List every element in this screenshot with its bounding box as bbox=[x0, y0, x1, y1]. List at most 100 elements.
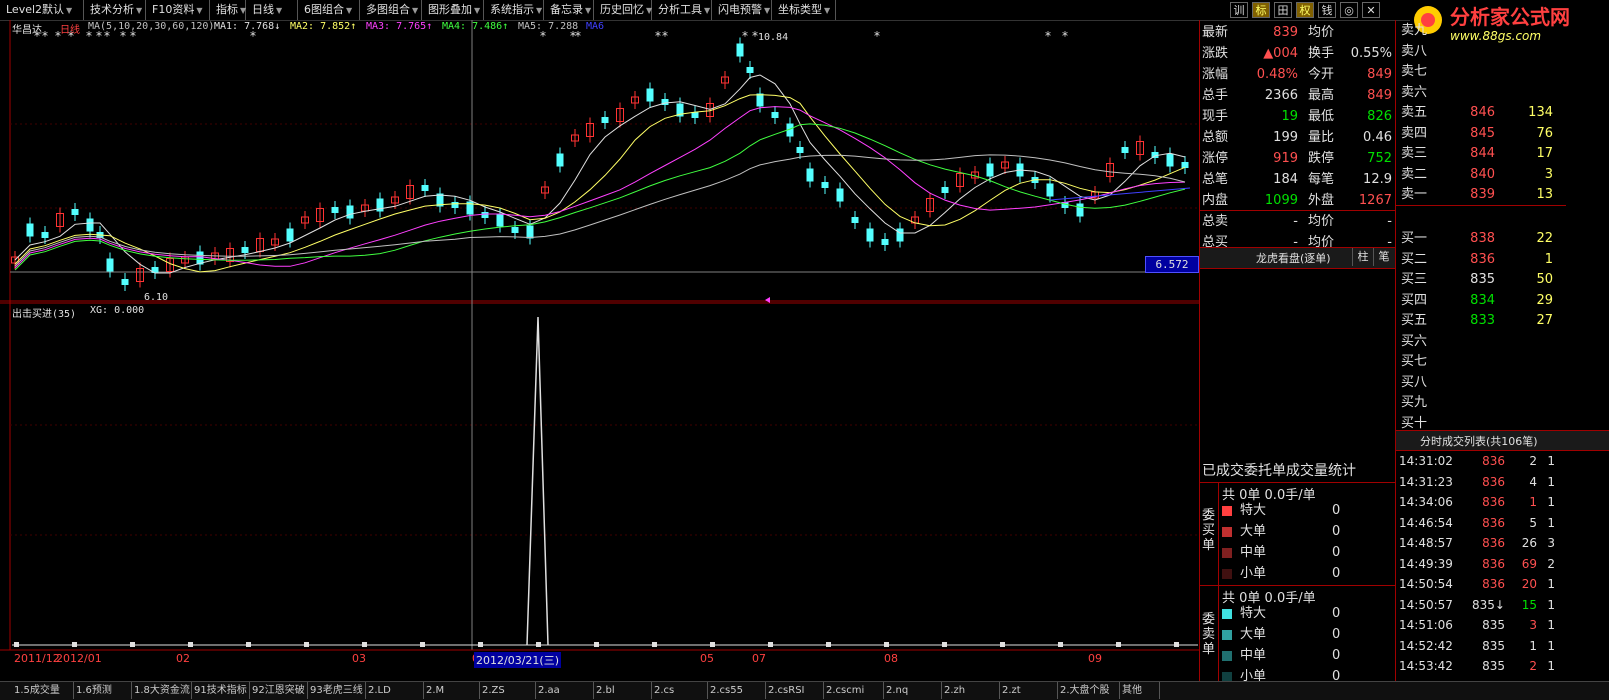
orderbook-row[interactable]: 卖一 839 13 bbox=[1397, 184, 1567, 205]
bottom-tab-16[interactable]: 2.zh bbox=[942, 682, 1000, 699]
toolbar-button-0[interactable]: 训 bbox=[1230, 2, 1248, 18]
orderbook-row[interactable]: 买一 838 22 bbox=[1397, 228, 1567, 249]
toolbar-item-11[interactable]: 分析工具 bbox=[654, 0, 712, 20]
toolbar-item-13[interactable]: 坐标类型 bbox=[774, 0, 836, 20]
date-label: 2011/12 bbox=[14, 652, 60, 665]
bottom-tab-7[interactable]: 2.M bbox=[424, 682, 480, 699]
orderbook-row[interactable]: 卖八 bbox=[1397, 41, 1567, 62]
trade-time: 14:31:02 bbox=[1399, 454, 1453, 468]
kline-chart[interactable]: * * * * * * * * * * * * * * * * * * * * bbox=[0, 20, 1200, 680]
orderbook-volume: 27 bbox=[1536, 313, 1553, 328]
orderbook-price: 833 bbox=[1470, 313, 1495, 328]
orderbook-row[interactable]: 卖四 845 76 bbox=[1397, 123, 1567, 144]
trade-volume: 5 bbox=[1529, 515, 1537, 530]
bottom-tab-10[interactable]: 2.bl bbox=[594, 682, 652, 699]
quote-row: 涨幅 0.48% 今开 849 bbox=[1200, 64, 1395, 85]
buy-stat-value: 0 bbox=[1332, 524, 1341, 539]
toolbar-item-6[interactable]: 多图组合 bbox=[362, 0, 422, 20]
orderbook-price: 844 bbox=[1470, 146, 1495, 161]
toolbar-button-1[interactable]: 标 bbox=[1252, 2, 1270, 18]
toolbar-item-4[interactable]: 日线 bbox=[248, 0, 298, 20]
trade-row[interactable]: 14:31:02 836 2 1 bbox=[1397, 451, 1609, 472]
bottom-tab-18[interactable]: 2.大盘个股 bbox=[1058, 682, 1120, 699]
bottom-tab-15[interactable]: 2.nq bbox=[884, 682, 942, 699]
toolbar-button-2[interactable]: 田 bbox=[1274, 2, 1292, 18]
orderbook-row[interactable]: 卖七 bbox=[1397, 61, 1567, 82]
candle-body-down bbox=[1046, 183, 1054, 197]
trade-row[interactable]: 14:50:57 835↓ 15 1 bbox=[1397, 595, 1609, 616]
bottom-tab-4[interactable]: 92江恩突破 bbox=[250, 682, 308, 699]
trades-header: 分时成交列表(共106笔) bbox=[1396, 430, 1609, 451]
bottom-tab-8[interactable]: 2.ZS bbox=[480, 682, 536, 699]
buy-stat-row: 中单 0 bbox=[1220, 542, 1395, 563]
trade-count: 1 bbox=[1547, 495, 1555, 509]
chart-area[interactable]: * * * * * * * * * * * * * * * * * * * * bbox=[0, 20, 1200, 680]
orderbook-row[interactable]: 卖五 846 134 bbox=[1397, 102, 1567, 123]
orderbook-volume: 134 bbox=[1528, 105, 1553, 120]
bottom-tab-3[interactable]: 91技术指标 bbox=[192, 682, 250, 699]
bottom-tab-17[interactable]: 2.zt bbox=[1000, 682, 1058, 699]
dragon-tab-bar[interactable]: 柱 bbox=[1352, 248, 1373, 266]
orderbook-row[interactable]: 卖六 bbox=[1397, 82, 1567, 103]
indicator-name[interactable]: 出击买进(35) bbox=[12, 305, 76, 320]
bottom-tab-19[interactable]: 其他 bbox=[1120, 682, 1160, 699]
trade-row[interactable]: 14:46:54 836 5 1 bbox=[1397, 513, 1609, 534]
orderbook-row[interactable]: 买八 bbox=[1397, 372, 1567, 393]
toolbar-item-3[interactable]: 指标 bbox=[212, 0, 246, 20]
quote-value-2: 0.55% bbox=[1350, 46, 1392, 61]
toolbar-item-1[interactable]: 技术分析 bbox=[86, 0, 146, 20]
bottom-tab-9[interactable]: 2.aa bbox=[536, 682, 594, 699]
orderbook-row[interactable]: 买七 bbox=[1397, 351, 1567, 372]
toolbar-item-0[interactable]: Level2默认 bbox=[2, 0, 84, 20]
dragon-tab-tick[interactable]: 笔 bbox=[1373, 248, 1394, 266]
trade-row[interactable]: 14:34:06 836 1 1 bbox=[1397, 492, 1609, 513]
trade-row[interactable]: 14:31:23 836 4 1 bbox=[1397, 472, 1609, 493]
bottom-tab-1[interactable]: 1.6预测 bbox=[74, 682, 132, 699]
bottom-tab-0[interactable]: 1.5成交量 bbox=[12, 682, 74, 699]
orderbook-row[interactable]: 卖九 bbox=[1397, 20, 1567, 41]
quote-value: 2366 bbox=[1264, 88, 1298, 103]
bottom-tab-14[interactable]: 2.cscmi bbox=[824, 682, 884, 699]
trade-row[interactable]: 14:48:57 836 26 3 bbox=[1397, 533, 1609, 554]
bottom-tab-6[interactable]: 2.LD bbox=[366, 682, 424, 699]
trade-row[interactable]: 14:49:39 836 69 2 bbox=[1397, 554, 1609, 575]
toolbar-item-12[interactable]: 闪电预警 bbox=[714, 0, 772, 20]
toolbar-button-6[interactable]: ✕ bbox=[1362, 2, 1380, 18]
trade-row[interactable]: 14:50:54 836 20 1 bbox=[1397, 574, 1609, 595]
quote-label: 涨跌 bbox=[1202, 46, 1229, 61]
toolbar-item-7[interactable]: 图形叠加 bbox=[424, 0, 484, 20]
bottom-tab-5[interactable]: 93老虎三线 bbox=[308, 682, 366, 699]
trade-row[interactable]: 14:52:42 835 1 1 bbox=[1397, 636, 1609, 657]
date-label: 09 bbox=[1088, 652, 1102, 665]
buy-stat-label: 特大 bbox=[1240, 503, 1267, 518]
trade-row[interactable]: 14:51:06 835 3 1 bbox=[1397, 615, 1609, 636]
bottom-tab-13[interactable]: 2.csRSI bbox=[766, 682, 824, 699]
candle-body-down bbox=[241, 247, 249, 253]
orderbook-row[interactable]: 买五 833 27 bbox=[1397, 310, 1567, 331]
toolbar-button-4[interactable]: 钱 bbox=[1318, 2, 1336, 18]
toolbar-item-10[interactable]: 历史回忆 bbox=[596, 0, 652, 20]
orderbook-row[interactable]: 卖三 844 17 bbox=[1397, 143, 1567, 164]
bottom-tab-11[interactable]: 2.cs bbox=[652, 682, 708, 699]
bottom-tab-2[interactable]: 1.8大资金流 bbox=[132, 682, 192, 699]
toolbar-item-8[interactable]: 系统指示 bbox=[486, 0, 544, 20]
orderbook-row[interactable]: 买四 834 29 bbox=[1397, 290, 1567, 311]
trade-row[interactable]: 14:53:42 835 2 1 bbox=[1397, 656, 1609, 677]
orderbook-row[interactable]: 买三 835 50 bbox=[1397, 269, 1567, 290]
orderbook-divider bbox=[1395, 20, 1396, 682]
toolbar-button-5[interactable]: ◎ bbox=[1340, 2, 1358, 18]
bottom-tab-12[interactable]: 2.cs55 bbox=[708, 682, 766, 699]
toolbar-item-5[interactable]: 6图组合 bbox=[300, 0, 360, 20]
toolbar-item-2[interactable]: F10资料 bbox=[148, 0, 210, 20]
orderbook-row[interactable]: 买二 836 1 bbox=[1397, 249, 1567, 270]
toolbar-button-3[interactable]: 权 bbox=[1296, 2, 1314, 18]
trade-volume: 3 bbox=[1529, 618, 1537, 632]
period-label[interactable]: 日线 bbox=[60, 21, 80, 36]
quote-label: 总手 bbox=[1202, 88, 1229, 103]
toolbar-item-9[interactable]: 备忘录 bbox=[546, 0, 594, 20]
orderbook-row[interactable]: 买六 bbox=[1397, 331, 1567, 352]
legend-swatch bbox=[1222, 609, 1232, 619]
orderbook-row[interactable]: 买九 bbox=[1397, 392, 1567, 413]
orderbook-row[interactable]: 卖二 840 3 bbox=[1397, 164, 1567, 185]
date-highlight: 2012/03/21(三) bbox=[474, 652, 561, 668]
